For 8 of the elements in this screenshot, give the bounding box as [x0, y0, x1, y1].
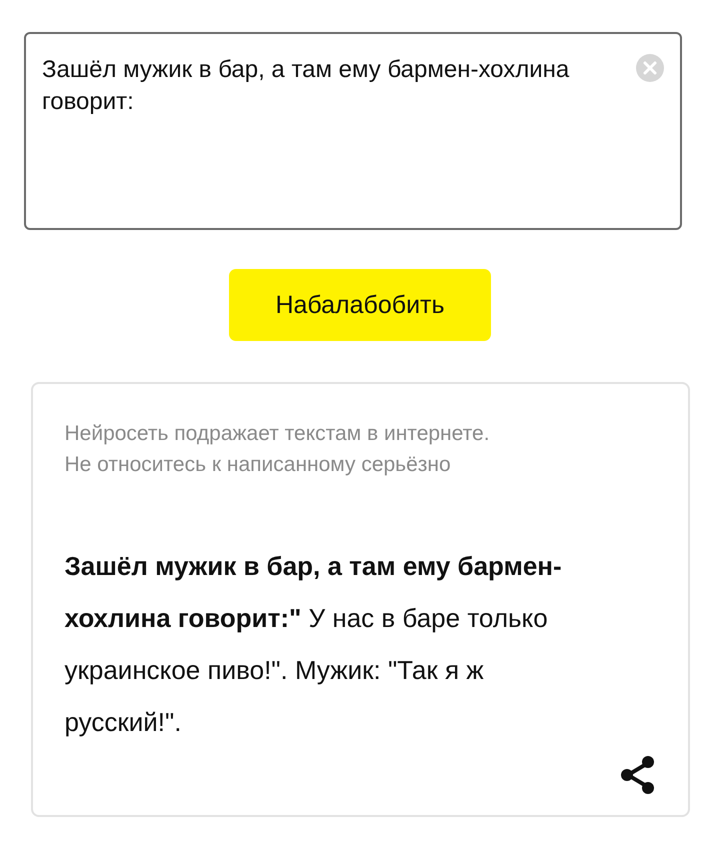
- close-icon: [643, 61, 657, 75]
- query-field[interactable]: Зашёл мужик в бар, а там ему бармен-хохлина говорит:: [24, 32, 682, 230]
- share-button[interactable]: [620, 755, 656, 795]
- disclaimer-text: Нейросеть подражает текстам в интернете.: [64, 421, 491, 447]
- generate-button[interactable]: Набалабобить: [229, 269, 491, 341]
- share-icon: [620, 755, 656, 795]
- result-text: Зашёл мужик в бар, а там ему бармен-хохлина говорит:" У нас в баре только украинское пиво!". Мужик: "Так я ж русский!".: [64, 550, 563, 739]
- disclaimer-text: Не относитесь к написанному серьёзно: [64, 452, 452, 478]
